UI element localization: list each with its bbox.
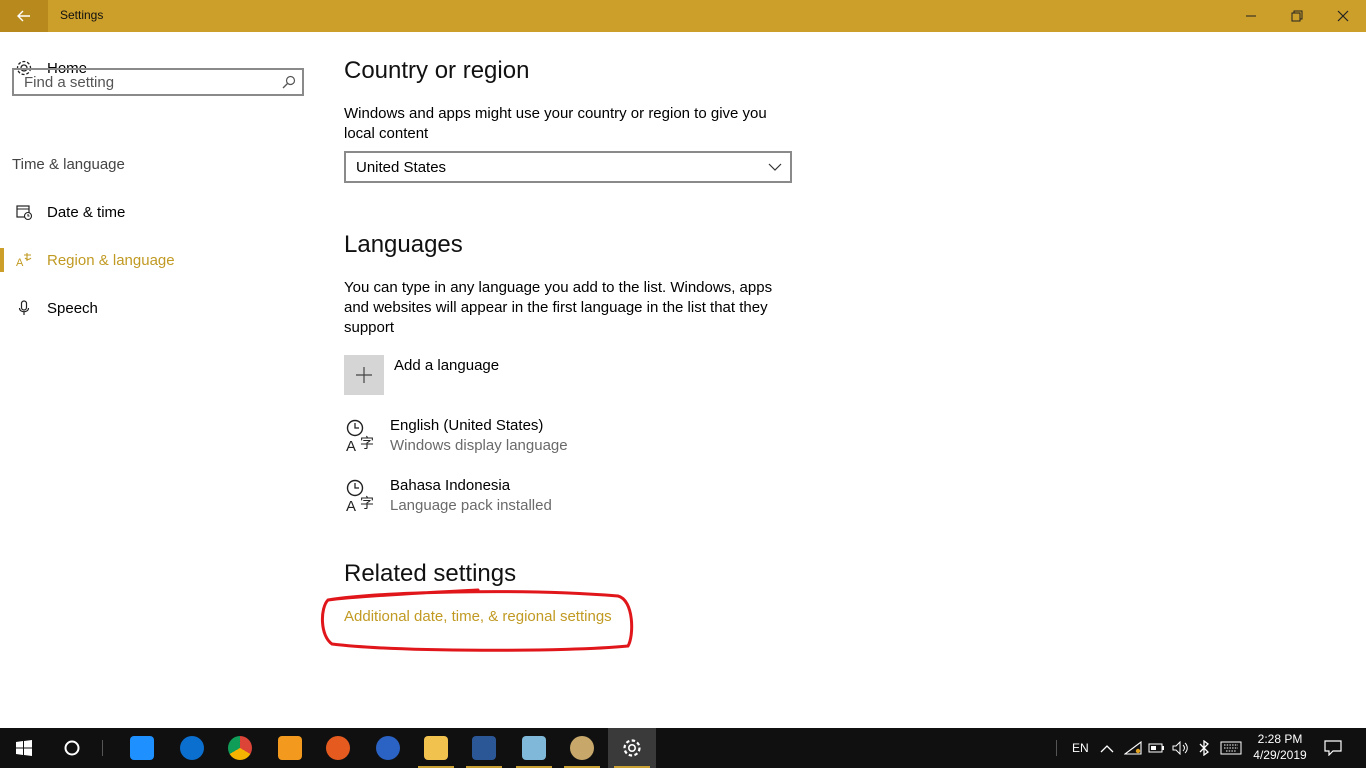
sidebar-item-label: Speech	[47, 299, 98, 317]
language-icon: A 字	[346, 479, 374, 514]
taskbar-app-word[interactable]	[460, 728, 508, 768]
country-selected-value: United States	[356, 159, 447, 176]
action-center-button[interactable]	[1324, 728, 1342, 768]
volume-tray[interactable]	[1172, 728, 1190, 768]
divider	[1056, 740, 1057, 756]
notes-icon	[522, 736, 546, 760]
search-input[interactable]: Find a setting	[12, 68, 304, 96]
store-icon	[130, 736, 154, 760]
chrome-icon	[228, 736, 252, 760]
clock-date: 4/29/2019	[1253, 748, 1307, 762]
notification-icon	[1324, 740, 1342, 756]
taskbar-app-edge[interactable]	[168, 728, 216, 768]
svg-text:A: A	[346, 438, 356, 454]
taskbar-app-settings[interactable]	[608, 728, 656, 768]
taskbar-app-chrome[interactable]	[216, 728, 264, 768]
language-status: Windows display language	[390, 437, 568, 454]
keyboard-icon	[1220, 741, 1242, 755]
battery-tray[interactable]	[1148, 728, 1166, 768]
additional-regional-settings-link[interactable]: Additional date, time, & regional settin…	[344, 608, 612, 625]
bluetooth-icon	[1199, 740, 1209, 756]
minimize-icon	[1246, 15, 1256, 17]
languages-heading: Languages	[344, 231, 463, 258]
sidebar-item-region-language[interactable]: A Region & language	[0, 240, 320, 280]
sidebar-item-speech[interactable]: Speech	[0, 288, 320, 328]
language-name[interactable]: English (United States)	[390, 417, 543, 434]
google-earth-icon	[376, 736, 400, 760]
wifi-icon	[1124, 741, 1142, 755]
plus-icon	[356, 367, 372, 383]
language-icon: A 字	[346, 419, 374, 454]
add-language-button[interactable]	[344, 355, 384, 395]
restore-button[interactable]	[1274, 0, 1320, 32]
svg-text:A: A	[16, 257, 24, 269]
taskbar-app-store[interactable]	[118, 728, 166, 768]
close-icon	[1337, 10, 1349, 22]
sidebar-item-label: Region & language	[47, 251, 175, 269]
paint-icon	[570, 736, 594, 760]
related-settings-heading: Related settings	[344, 560, 517, 587]
chevron-down-icon	[768, 163, 782, 171]
country-heading: Country or region	[344, 57, 530, 84]
divider	[102, 740, 103, 756]
clock-time: 2:28 PM	[1257, 732, 1303, 746]
language-name[interactable]: Bahasa Indonesia	[390, 477, 510, 494]
search-placeholder: Find a setting	[24, 74, 115, 91]
sidebar-item-date-time[interactable]: Date & time	[0, 192, 320, 232]
touch-keyboard-button[interactable]	[1220, 728, 1242, 768]
title-bar: Settings	[0, 0, 1366, 32]
taskbar-app-firefox[interactable]	[314, 728, 362, 768]
back-button[interactable]	[0, 0, 48, 32]
sidebar-section-title: Time & language	[12, 156, 125, 173]
close-button[interactable]	[1320, 0, 1366, 32]
svg-text:A: A	[346, 498, 356, 514]
taskbar-app-google-earth[interactable]	[364, 728, 412, 768]
country-dropdown[interactable]: United States	[344, 151, 792, 183]
taskbar-clock[interactable]: 2:28 PM 4/29/2019	[1248, 731, 1312, 763]
calendar-clock-icon	[14, 202, 34, 222]
svg-text:字: 字	[360, 436, 374, 452]
network-tray[interactable]	[1124, 728, 1142, 768]
chevron-up-icon	[1100, 745, 1114, 753]
search-icon[interactable]	[282, 75, 296, 89]
svg-text:字: 字	[360, 496, 374, 512]
firefox-icon	[326, 736, 350, 760]
uc-browser-icon	[278, 736, 302, 760]
window-title: Settings	[60, 8, 104, 22]
region-language-icon: A	[14, 250, 34, 270]
country-description: Windows and apps might use your country …	[344, 105, 767, 142]
settings-icon	[623, 739, 641, 757]
minimize-button[interactable]	[1228, 0, 1274, 32]
start-button[interactable]	[0, 728, 48, 768]
cortana-icon	[64, 740, 80, 756]
microphone-icon	[14, 298, 34, 318]
sidebar	[0, 32, 320, 728]
taskbar: EN 2:28 PM 4/29/2019	[0, 728, 1366, 768]
add-language-label[interactable]: Add a language	[394, 357, 499, 374]
sidebar-item-label: Date & time	[47, 203, 126, 221]
taskbar-app-notes[interactable]	[510, 728, 558, 768]
taskbar-app-file-explorer[interactable]	[412, 728, 460, 768]
back-arrow-icon	[17, 10, 30, 22]
word-icon	[472, 736, 496, 760]
bluetooth-tray[interactable]	[1198, 728, 1210, 768]
cortana-button[interactable]	[48, 728, 96, 768]
battery-icon	[1148, 743, 1164, 753]
start-icon	[16, 740, 32, 756]
show-hidden-icons-button[interactable]	[1100, 728, 1114, 768]
language-status: Language pack installed	[390, 497, 552, 514]
speaker-icon	[1172, 741, 1188, 755]
edge-icon	[180, 736, 204, 760]
restore-icon	[1291, 10, 1303, 22]
taskbar-app-paint[interactable]	[558, 728, 606, 768]
languages-description: You can type in any language you add to …	[344, 279, 773, 336]
taskbar-app-uc-browser[interactable]	[266, 728, 314, 768]
file-explorer-icon	[424, 736, 448, 760]
input-language-indicator[interactable]: EN	[1072, 728, 1089, 768]
